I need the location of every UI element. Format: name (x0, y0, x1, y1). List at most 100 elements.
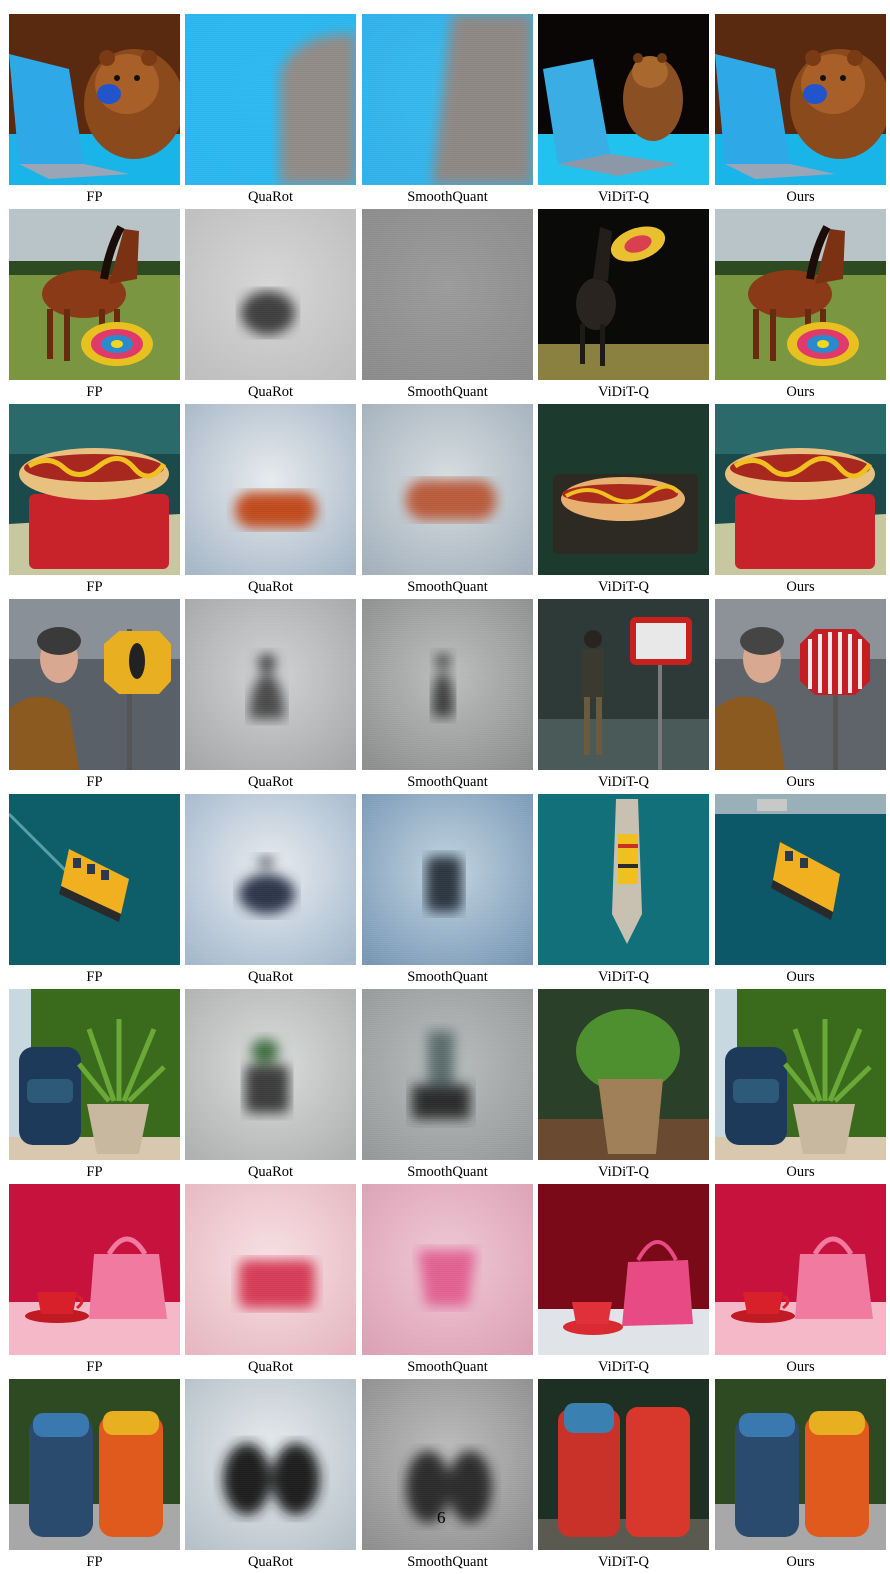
generated-image-backpack-plant (715, 989, 886, 1160)
generated-image-blur-grey (362, 209, 533, 380)
generated-image-blur-cup (185, 1184, 356, 1355)
figure-cell: FP (9, 14, 180, 207)
image-caption: Ours (786, 1554, 815, 1570)
generated-image-cup-bag (9, 1184, 180, 1355)
image-caption: Ours (786, 579, 815, 595)
image-caption: ViDiT-Q (598, 1359, 649, 1375)
image-caption: ViDiT-Q (598, 1554, 649, 1570)
figure-cell: ViDiT-Q (538, 989, 709, 1182)
figure-cell: QuaRot (185, 1184, 356, 1377)
image-caption: QuaRot (247, 774, 294, 790)
image-caption: Ours (786, 774, 815, 790)
figure-cell: Ours (715, 209, 886, 402)
page-number: 6 (437, 1508, 446, 1527)
image-caption: Ours (786, 1164, 815, 1180)
generated-image-bear-laptop-dark (538, 14, 709, 185)
generated-image-hotdog-dark (538, 404, 709, 575)
figure-cell: Ours (715, 794, 886, 987)
image-caption: SmoothQuant (407, 1359, 488, 1375)
figure-cell: SmoothQuant (362, 14, 533, 207)
generated-image-backpack-plant (9, 989, 180, 1160)
image-caption: QuaRot (247, 969, 294, 985)
generated-image-blur-person (185, 599, 356, 770)
image-caption: FP (86, 1164, 103, 1180)
generated-image-horse-frisbee (715, 209, 886, 380)
image-caption: ViDiT-Q (598, 579, 649, 595)
image-caption: ViDiT-Q (598, 189, 649, 205)
generated-image-backpacks (9, 1379, 180, 1550)
image-caption: FP (86, 1554, 103, 1570)
figure-row-bus-water: FP QuaRot SmoothQuant ViDiT-Q Ours (9, 794, 886, 989)
image-caption: QuaRot (247, 384, 294, 400)
figure-cell: SmoothQuant (362, 599, 533, 792)
image-caption: SmoothQuant (407, 579, 488, 595)
figure-cell: Ours (715, 1379, 886, 1572)
generated-image-bear-laptop (715, 14, 886, 185)
figure-cell: Ours (715, 1184, 886, 1377)
generated-image-person-sign (9, 599, 180, 770)
generated-image-blur-boat (185, 794, 356, 965)
figure-cell: QuaRot (185, 14, 356, 207)
image-caption: SmoothQuant (407, 1554, 488, 1570)
generated-image-blur-blue-2 (362, 14, 533, 185)
figure-cell: ViDiT-Q (538, 1379, 709, 1572)
generated-image-person-stop (715, 599, 886, 770)
figure-cell: QuaRot (185, 989, 356, 1182)
generated-image-plant-cafe (538, 989, 709, 1160)
figure-row-bear-laptop: FP QuaRot SmoothQuant ViDiT-Q Ours (9, 14, 886, 209)
comparison-grid: FP QuaRot SmoothQuant ViDiT-Q Ours FP Qu… (9, 14, 886, 1574)
figure-cell: ViDiT-Q (538, 794, 709, 987)
generated-image-horse-frisbee (9, 209, 180, 380)
generated-image-cup-bag-dark (538, 1184, 709, 1355)
generated-image-blur-blue (185, 14, 356, 185)
figure-cell: SmoothQuant (362, 404, 533, 597)
image-caption: SmoothQuant (407, 189, 488, 205)
figure-cell: SmoothQuant (362, 794, 533, 987)
figure-cell: Ours (715, 599, 886, 792)
figure-cell: ViDiT-Q (538, 1184, 709, 1377)
figure-row-person-stopsign: FP QuaRot SmoothQuant ViDiT-Q Ours (9, 599, 886, 794)
image-caption: FP (86, 384, 103, 400)
generated-image-blur-cup-2 (362, 1184, 533, 1355)
figure-row-hotdog-suitcase: FP QuaRot SmoothQuant ViDiT-Q Ours (9, 404, 886, 599)
generated-image-cup-bag (715, 1184, 886, 1355)
generated-image-blur-hotdog-2 (362, 404, 533, 575)
generated-image-blur-hotdog (185, 404, 356, 575)
image-caption: QuaRot (247, 1554, 294, 1570)
generated-image-blur-plant (185, 989, 356, 1160)
generated-image-blur-backpacks (185, 1379, 356, 1550)
figure-cell: QuaRot (185, 794, 356, 987)
image-caption: FP (86, 1359, 103, 1375)
generated-image-blur-person-2 (362, 599, 533, 770)
generated-image-blur-boat-2 (362, 794, 533, 965)
image-caption: FP (86, 579, 103, 595)
generated-image-bus-water (9, 794, 180, 965)
generated-image-backpacks (715, 1379, 886, 1550)
generated-image-horse-dark (538, 209, 709, 380)
image-caption: QuaRot (247, 1359, 294, 1375)
generated-image-blur-plant-2 (362, 989, 533, 1160)
figure-cell: ViDiT-Q (538, 14, 709, 207)
figure-cell: SmoothQuant (362, 209, 533, 402)
image-caption: ViDiT-Q (598, 969, 649, 985)
generated-image-person-street (538, 599, 709, 770)
generated-image-boat-water (538, 794, 709, 965)
figure-cell: Ours (715, 404, 886, 597)
generated-image-blur-backpacks-2 (362, 1379, 533, 1550)
generated-image-bear-laptop (9, 14, 180, 185)
image-caption: Ours (786, 384, 815, 400)
figure-cell: FP (9, 794, 180, 987)
generated-image-hotdog (715, 404, 886, 575)
figure-cell: SmoothQuant (362, 1379, 533, 1572)
image-caption: ViDiT-Q (598, 1164, 649, 1180)
image-caption: QuaRot (247, 1164, 294, 1180)
image-caption: SmoothQuant (407, 384, 488, 400)
figure-cell: ViDiT-Q (538, 404, 709, 597)
image-caption: ViDiT-Q (598, 384, 649, 400)
figure-cell: FP (9, 1184, 180, 1377)
figure-cell: FP (9, 1379, 180, 1572)
image-caption: SmoothQuant (407, 969, 488, 985)
image-caption: SmoothQuant (407, 774, 488, 790)
image-caption: Ours (786, 1359, 815, 1375)
generated-image-backpacks-red (538, 1379, 709, 1550)
